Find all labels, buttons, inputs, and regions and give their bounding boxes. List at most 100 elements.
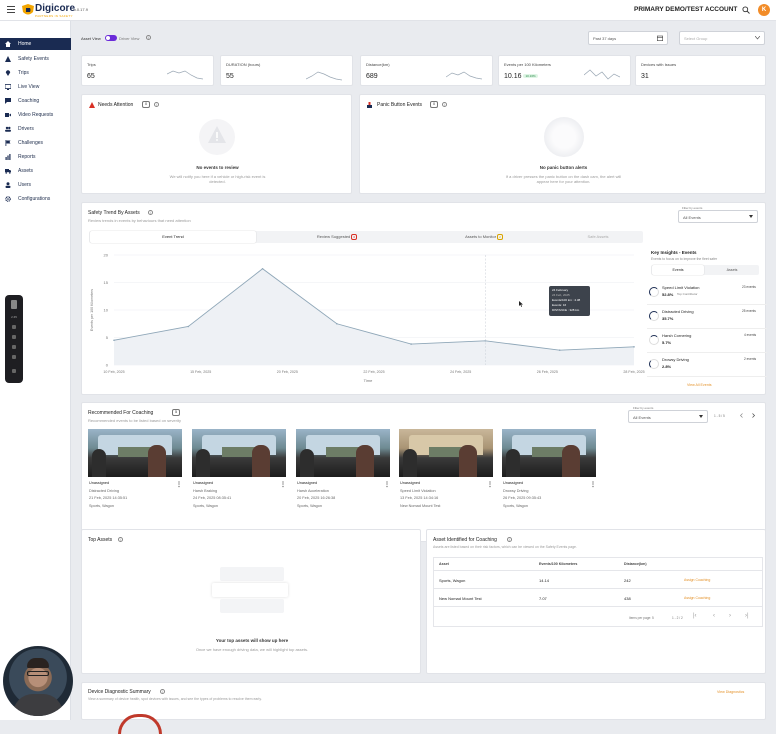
info-icon[interactable]: i bbox=[442, 102, 447, 107]
stop-icon[interactable] bbox=[12, 335, 16, 339]
assign-coaching-link[interactable]: Assign Coaching bbox=[684, 596, 710, 600]
sidebar-item-live-view[interactable]: Live View bbox=[0, 81, 71, 93]
coaching-card: Recommended For Coaching 5 Recommended e… bbox=[81, 402, 766, 542]
info-icon[interactable]: i bbox=[154, 102, 159, 107]
sidebar-item-trips[interactable]: Trips bbox=[0, 67, 71, 79]
data-point bbox=[187, 325, 190, 328]
menu-icon[interactable] bbox=[7, 6, 15, 15]
pin-icon bbox=[5, 70, 11, 76]
video-thumbnail[interactable] bbox=[192, 429, 286, 477]
insight-row[interactable]: Distracted Driving 35.7% 25 events bbox=[647, 307, 767, 329]
coaching-event-card[interactable]: Unassigned Speed Limit Violation 13 Feb,… bbox=[399, 403, 495, 543]
table-row[interactable]: Sports, Wagon 14.14 242 Assign Coaching bbox=[434, 571, 762, 589]
empty-text: We will notify you here if a vehicle or … bbox=[169, 174, 266, 184]
tab-assets-to-monitor[interactable]: Assets to Monitor 2 bbox=[419, 231, 549, 243]
coaching-event: Distracted Driving bbox=[89, 488, 119, 493]
info-icon[interactable]: i bbox=[148, 210, 153, 215]
insight-row[interactable]: Harsh Cornering 5.7% 4 events bbox=[647, 331, 767, 353]
recorder-time: 2:45 bbox=[11, 315, 17, 319]
kebab-menu-icon[interactable]: ⋮ bbox=[280, 481, 286, 488]
kebab-menu-icon[interactable]: ⋮ bbox=[384, 481, 390, 488]
x-tick-label: 15 Feb, 2025 bbox=[190, 370, 211, 374]
insights-tab-events[interactable]: Events bbox=[652, 265, 704, 275]
first-page-icon[interactable]: |‹ bbox=[693, 613, 697, 619]
y-tick-label: 0 bbox=[106, 363, 109, 368]
insights-subtitle: Events to focus on to improve the fleet … bbox=[651, 257, 718, 261]
coaching-event-card[interactable]: Unassigned Distracted Driving 21 Feb, 20… bbox=[88, 403, 184, 543]
sidebar-item-drivers[interactable]: Drivers bbox=[0, 123, 71, 135]
insight-row[interactable]: Speed Limit Violation 52.8% Top Contribu… bbox=[647, 283, 767, 305]
sidebar-item-configurations[interactable]: Configurations bbox=[0, 193, 71, 205]
sidebar-item-safety-events[interactable]: Safety Events bbox=[0, 53, 71, 65]
sidebar-item-reports[interactable]: Reports bbox=[0, 151, 71, 163]
sidebar-item-label: Trips bbox=[18, 70, 29, 76]
main-content: Asset View Driver View i Past 37 days Se… bbox=[71, 21, 776, 734]
sidebar-item-video-requests[interactable]: Video Requests bbox=[0, 109, 71, 121]
chevron-right-icon[interactable] bbox=[751, 413, 756, 418]
rows-per-page[interactable]: Items per page: 5 bbox=[629, 616, 654, 620]
data-point bbox=[113, 339, 115, 342]
monitor-icon bbox=[5, 84, 11, 90]
insight-row[interactable]: Drowsy Driving 2.8% 2 events bbox=[647, 355, 767, 377]
assign-coaching-link[interactable]: Assign Coaching bbox=[684, 578, 710, 582]
recorder-toolbar[interactable]: 2:45 bbox=[5, 295, 23, 383]
coaching-event-card[interactable]: Unassigned Drowsy Driving 26 Feb, 2025 0… bbox=[502, 403, 598, 543]
stat-card-devices[interactable]: Devices with Issues 31 bbox=[635, 55, 766, 86]
kebab-menu-icon[interactable]: ⋮ bbox=[487, 481, 493, 488]
view-toggle[interactable] bbox=[105, 35, 117, 41]
kebab-menu-icon[interactable]: ⋮ bbox=[590, 481, 596, 488]
view-all-events-link[interactable]: View All Events bbox=[687, 383, 712, 387]
date-range-select[interactable]: Past 37 days bbox=[588, 31, 668, 45]
insights-tab-assets[interactable]: Assets bbox=[707, 265, 757, 275]
sidebar-item-home[interactable]: Home bbox=[0, 38, 71, 50]
mic-icon[interactable] bbox=[12, 355, 16, 359]
pause-icon[interactable] bbox=[12, 325, 16, 329]
video-thumbnail[interactable] bbox=[502, 429, 596, 477]
more-icon[interactable] bbox=[12, 369, 16, 373]
tab-review-suggested[interactable]: Review Suggested 0 bbox=[259, 231, 415, 243]
tab-event-trend[interactable]: Event Trend bbox=[90, 231, 256, 243]
next-page-icon[interactable]: › bbox=[729, 613, 731, 619]
prev-page-icon[interactable]: ‹ bbox=[713, 613, 715, 619]
draw-icon[interactable] bbox=[12, 345, 16, 349]
view-diagnostics-link[interactable]: View Diagnostics bbox=[717, 690, 744, 694]
trend-badge: 10.16% bbox=[523, 74, 538, 79]
sidebar-item-users[interactable]: Users bbox=[0, 179, 71, 191]
home-icon bbox=[5, 41, 11, 47]
info-icon[interactable]: i bbox=[146, 35, 151, 40]
sidebar-item-challenges[interactable]: Challenges bbox=[0, 137, 71, 149]
video-thumbnail[interactable] bbox=[88, 429, 182, 477]
sidebar-item-coaching[interactable]: Coaching bbox=[0, 95, 71, 107]
x-tick-label: 24 Feb, 2025 bbox=[450, 370, 471, 374]
video-thumbnail[interactable] bbox=[399, 429, 493, 477]
table-row[interactable]: New Nomad Mount Test 7.07 438 Assign Coa… bbox=[434, 589, 762, 607]
sidebar-item-label: Coaching bbox=[18, 98, 40, 104]
coaching-event-card[interactable]: Unassigned Harsh Acceleration 20 Feb, 20… bbox=[296, 403, 392, 543]
events-filter-select[interactable]: All Events bbox=[678, 210, 758, 223]
account-name[interactable]: PRIMARY DEMO/TEST ACCOUNT bbox=[634, 6, 737, 13]
data-point bbox=[558, 349, 561, 351]
cell-events: 7.07 bbox=[539, 596, 547, 601]
table-range: 1 - 2 / 2 bbox=[672, 616, 683, 620]
empty-title: No events to review bbox=[196, 165, 239, 170]
coaching-event-card[interactable]: Unassigned Harsh Braking 24 Feb, 2025 08… bbox=[192, 403, 288, 543]
cell-distance: 438 bbox=[624, 596, 631, 601]
info-icon[interactable]: i bbox=[507, 537, 512, 542]
last-page-icon[interactable]: ›| bbox=[745, 613, 749, 619]
info-icon[interactable]: i bbox=[118, 537, 123, 542]
event-trend-chart[interactable]: 0 5 10 15 20 10 Feb, 2025 15 Feb, 2025 20 Feb, … bbox=[86, 247, 646, 395]
info-icon[interactable]: i bbox=[160, 689, 165, 694]
sparkline bbox=[306, 71, 342, 81]
coaching-filter-select[interactable]: All Events bbox=[628, 410, 708, 423]
camera-icon[interactable] bbox=[11, 300, 17, 309]
chevron-left-icon[interactable] bbox=[739, 413, 744, 418]
search-icon[interactable] bbox=[742, 6, 750, 14]
user-avatar[interactable]: K bbox=[758, 4, 770, 16]
video-thumbnail[interactable] bbox=[296, 429, 390, 477]
card-title: Top Assets bbox=[88, 537, 113, 543]
stat-label: Trips bbox=[87, 62, 96, 67]
sidebar-item-assets[interactable]: Assets bbox=[0, 165, 71, 177]
group-select[interactable]: Select Group bbox=[679, 31, 765, 45]
kebab-menu-icon[interactable]: ⋮ bbox=[176, 481, 182, 488]
tab-safe-assets[interactable]: Safe Assets bbox=[553, 231, 643, 243]
